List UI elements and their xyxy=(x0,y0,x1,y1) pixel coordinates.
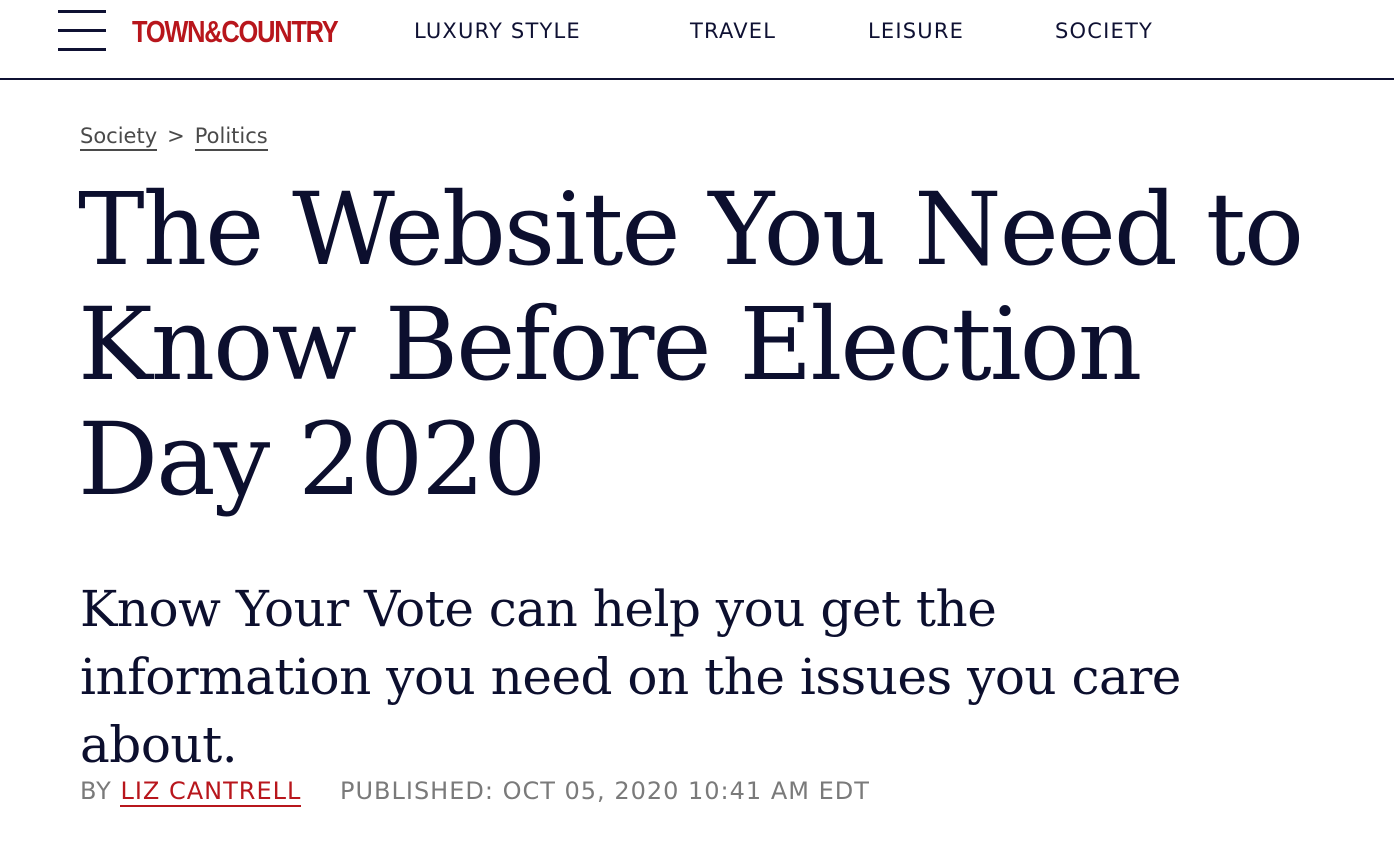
author-link[interactable]: LIZ CANTRELL xyxy=(120,777,302,807)
article-byline: BY LIZ CANTRELL PUBLISHED: OCT 05, 2020 … xyxy=(80,774,870,808)
breadcrumb-separator: > xyxy=(167,124,185,148)
nav-item-leisure[interactable]: LEISURE xyxy=(868,18,964,44)
nav-item-travel[interactable]: TRAVEL xyxy=(690,18,776,44)
site-logo[interactable]: TOWN&COUNTRY xyxy=(132,12,339,52)
hamburger-menu-icon[interactable] xyxy=(58,10,106,52)
breadcrumb-item-politics[interactable]: Politics xyxy=(194,124,268,151)
hamburger-line xyxy=(58,10,106,13)
hamburger-line xyxy=(58,29,106,32)
article-dek: Know Your Vote can help you get the info… xyxy=(80,580,1181,774)
byline-prefix: BY xyxy=(80,777,112,805)
breadcrumb-item-society[interactable]: Society xyxy=(80,124,158,151)
hamburger-line xyxy=(58,48,106,51)
article-title: The Website You Need to Know Before Elec… xyxy=(78,171,1304,518)
nav-item-luxury-style[interactable]: LUXURY STYLE xyxy=(414,18,581,44)
publish-date: PUBLISHED: OCT 05, 2020 10:41 AM EDT xyxy=(339,777,870,805)
site-header: TOWN&COUNTRY LUXURY STYLE TRAVEL LEISURE… xyxy=(0,0,1394,80)
nav-item-society[interactable]: SOCIETY xyxy=(1055,18,1153,44)
breadcrumb: Society > Politics xyxy=(80,121,268,151)
